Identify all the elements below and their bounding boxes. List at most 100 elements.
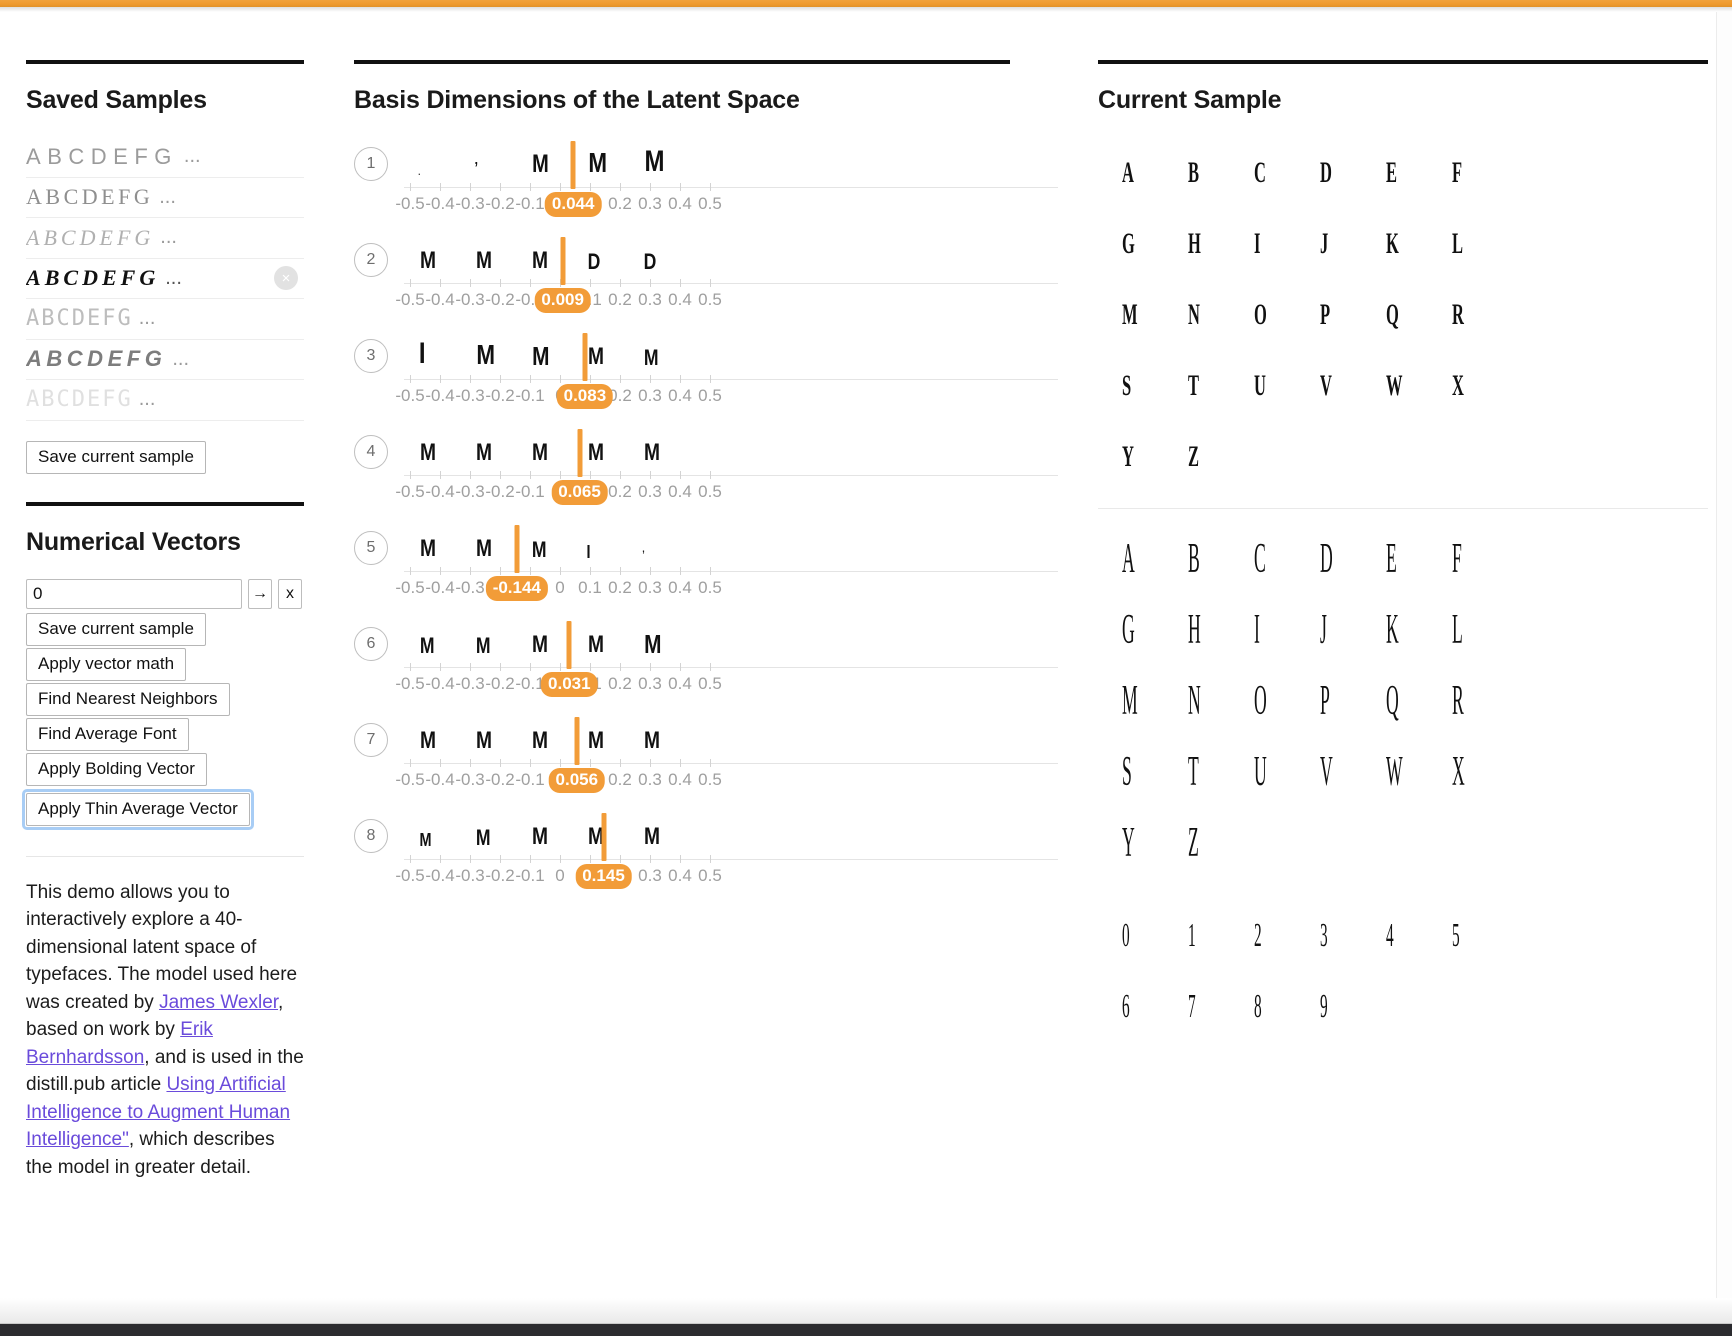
current-sample-glyph: K bbox=[1386, 606, 1399, 653]
dimension-previews: MMMMM bbox=[404, 425, 1058, 471]
basis-dimension-row[interactable]: 6MMMMM-0.5-0.4-0.3-0.2-0.100.10.20.30.40… bbox=[354, 617, 1058, 697]
saved-sample-preview: A B C D E F G... bbox=[26, 267, 182, 290]
preview-glyph: E bbox=[99, 224, 116, 250]
saved-sample-row[interactable]: A B C D E F G... bbox=[26, 137, 304, 178]
vector-go-button[interactable]: → bbox=[248, 578, 272, 609]
saved-sample-row[interactable]: A B C D E F G... × bbox=[26, 259, 304, 299]
axis-tick-label: -0.4 bbox=[425, 866, 455, 885]
current-sample-cell: 6 bbox=[1122, 971, 1188, 1042]
axis-tick bbox=[500, 663, 501, 671]
dimension-slider-track[interactable] bbox=[404, 855, 1058, 863]
current-sample-glyph: B bbox=[1188, 535, 1200, 582]
vertical-scrollbar[interactable] bbox=[1716, 12, 1732, 1298]
saved-samples-title: Saved Samples bbox=[26, 86, 207, 114]
remove-sample-icon[interactable]: × bbox=[274, 266, 298, 291]
middle-column: Basis Dimensions of the Latent Space 1. ’… bbox=[330, 12, 1076, 1298]
vector-action-button[interactable]: Apply Thin Average Vector bbox=[26, 792, 250, 826]
preview-glyph: E bbox=[101, 184, 118, 210]
current-sample-glyph: F bbox=[1452, 535, 1462, 582]
dimension-slider-handle[interactable] bbox=[577, 429, 582, 477]
axis-tick-label: 0.5 bbox=[698, 386, 722, 405]
current-sample-cell: D bbox=[1320, 523, 1386, 594]
axis-tick bbox=[590, 567, 591, 575]
dimension-slider-body[interactable]: MMMMM-0.5-0.4-0.3-0.2-0.100.10.20.30.40.… bbox=[395, 713, 1058, 793]
dimension-preview-glyph: ’ bbox=[474, 160, 479, 177]
axis-tick-label: -0.1 bbox=[515, 866, 545, 885]
current-sample-glyph: X bbox=[1452, 368, 1464, 402]
dimension-slider-handle[interactable] bbox=[560, 237, 566, 285]
preview-glyph: D bbox=[71, 305, 86, 331]
dimension-slider-body[interactable]: IMMMM-0.5-0.4-0.3-0.2-0.100.10.20.30.40.… bbox=[395, 329, 1058, 409]
current-sample-glyph: E bbox=[1386, 155, 1398, 189]
dimension-previews: MMMMM bbox=[404, 617, 1058, 663]
dimension-slider-handle[interactable] bbox=[601, 813, 606, 861]
axis-tick-label: 0.4 bbox=[668, 578, 692, 597]
vector-action-button[interactable]: Find Average Font bbox=[26, 717, 189, 751]
basis-dimension-row[interactable]: 7MMMMM-0.5-0.4-0.3-0.2-0.100.10.20.30.40… bbox=[354, 713, 1058, 793]
dimension-slider-handle[interactable] bbox=[566, 621, 572, 669]
axis-tick-label: -0.4 bbox=[425, 290, 455, 309]
dimension-slider-body[interactable]: MMMI’-0.5-0.4-0.3-0.2-0.100.10.20.30.40.… bbox=[395, 521, 1058, 601]
saved-sample-row[interactable]: A B C D E F G... bbox=[26, 178, 304, 218]
current-sample-glyph: 0 bbox=[1122, 916, 1130, 954]
dimension-slider-handle[interactable] bbox=[570, 141, 576, 189]
current-sample-glyph: 9 bbox=[1320, 987, 1328, 1025]
dimension-slider-body[interactable]: MMMDD-0.5-0.4-0.3-0.2-0.100.10.20.30.40.… bbox=[395, 233, 1058, 313]
dimension-slider-handle[interactable] bbox=[574, 717, 580, 765]
basis-dimension-row[interactable]: 2MMMDD-0.5-0.4-0.3-0.2-0.100.10.20.30.40… bbox=[354, 233, 1058, 313]
current-sample-cell: J bbox=[1320, 208, 1386, 279]
saved-sample-row[interactable]: A B C D E F G... bbox=[26, 380, 304, 421]
dimension-slider-track[interactable] bbox=[404, 663, 1058, 671]
dimension-slider-body[interactable]: .’MMM-0.5-0.4-0.3-0.2-0.100.10.20.30.40.… bbox=[395, 137, 1058, 217]
preview-glyph: G bbox=[133, 184, 153, 210]
basis-dimension-row[interactable]: 4MMMMM-0.5-0.4-0.3-0.2-0.100.10.20.30.40… bbox=[354, 425, 1058, 505]
saved-sample-row[interactable]: A B C D E F G... bbox=[26, 299, 304, 340]
dimension-slider-handle[interactable] bbox=[582, 333, 588, 381]
axis-tick-label: 0.5 bbox=[698, 674, 722, 693]
dimension-preview-glyph: M bbox=[420, 535, 436, 562]
vector-clear-button[interactable]: x bbox=[278, 578, 302, 609]
basis-dimension-row[interactable]: 8MMMMM-0.5-0.4-0.3-0.2-0.100.10.20.30.40… bbox=[354, 809, 1058, 889]
saved-sample-row[interactable]: A B C D E F G... bbox=[26, 218, 304, 259]
dimension-preview-glyph: M bbox=[476, 439, 492, 466]
current-sample-glyph: T bbox=[1188, 748, 1199, 795]
dimension-slider-track[interactable] bbox=[404, 375, 1058, 383]
basis-rule bbox=[354, 60, 1010, 64]
dimension-preview-glyph: M bbox=[532, 150, 549, 178]
current-sample-cell: I bbox=[1254, 594, 1320, 665]
current-sample-cell: P bbox=[1320, 665, 1386, 736]
axis-tick-label: -0.5 bbox=[395, 482, 425, 501]
basis-dimension-row[interactable]: 1.’MMM-0.5-0.4-0.3-0.2-0.100.10.20.30.40… bbox=[354, 137, 1058, 217]
axis-tick bbox=[590, 471, 591, 479]
dimension-slider-track[interactable] bbox=[404, 567, 1058, 575]
current-sample-cell: X bbox=[1452, 350, 1518, 421]
axis-tick-label: 0.4 bbox=[668, 770, 692, 789]
saved-sample-row[interactable]: A B C D E F G... bbox=[26, 340, 304, 380]
dimension-slider-body[interactable]: MMMMM-0.5-0.4-0.3-0.2-0.100.10.20.30.40.… bbox=[395, 617, 1058, 697]
dimension-slider-track[interactable] bbox=[404, 471, 1058, 479]
basis-dimension-row[interactable]: 3IMMMM-0.5-0.4-0.3-0.2-0.100.10.20.30.40… bbox=[354, 329, 1058, 409]
axis-tick-label: -0.2 bbox=[485, 290, 515, 309]
current-sample-cell: I bbox=[1254, 208, 1320, 279]
current-sample-glyph: A bbox=[1122, 535, 1135, 582]
dimension-slider-track[interactable] bbox=[404, 279, 1058, 287]
basis-dimension-row[interactable]: 5MMMI’-0.5-0.4-0.3-0.2-0.100.10.20.30.40… bbox=[354, 521, 1058, 601]
axis-tick-label: -0.4 bbox=[425, 386, 455, 405]
preview-glyph: A bbox=[26, 224, 43, 250]
vector-action-button[interactable]: Find Nearest Neighbors bbox=[26, 682, 230, 716]
dimension-slider-track[interactable] bbox=[404, 759, 1058, 767]
vector-action-button[interactable]: Apply Bolding Vector bbox=[26, 752, 207, 786]
about-link[interactable]: James Wexler bbox=[159, 992, 278, 1013]
dimension-slider-body[interactable]: MMMMM-0.5-0.4-0.3-0.2-0.100.10.20.30.40.… bbox=[395, 425, 1058, 505]
vector-index-input[interactable] bbox=[26, 578, 242, 609]
preview-glyph: A bbox=[26, 184, 45, 210]
axis-tick-label: -0.3 bbox=[455, 674, 485, 693]
save-current-sample-button[interactable]: Save current sample bbox=[26, 440, 206, 474]
vector-action-button[interactable]: Save current sample bbox=[26, 612, 206, 646]
dimension-slider-handle[interactable] bbox=[514, 525, 520, 573]
current-sample-cell: C bbox=[1254, 137, 1320, 208]
dimension-slider-body[interactable]: MMMMM-0.5-0.4-0.3-0.2-0.100.10.20.30.40.… bbox=[395, 809, 1058, 889]
vector-action-button[interactable]: Apply vector math bbox=[26, 647, 187, 681]
dimension-preview-glyph: M bbox=[644, 145, 665, 178]
dimension-slider-track[interactable] bbox=[404, 183, 1058, 191]
